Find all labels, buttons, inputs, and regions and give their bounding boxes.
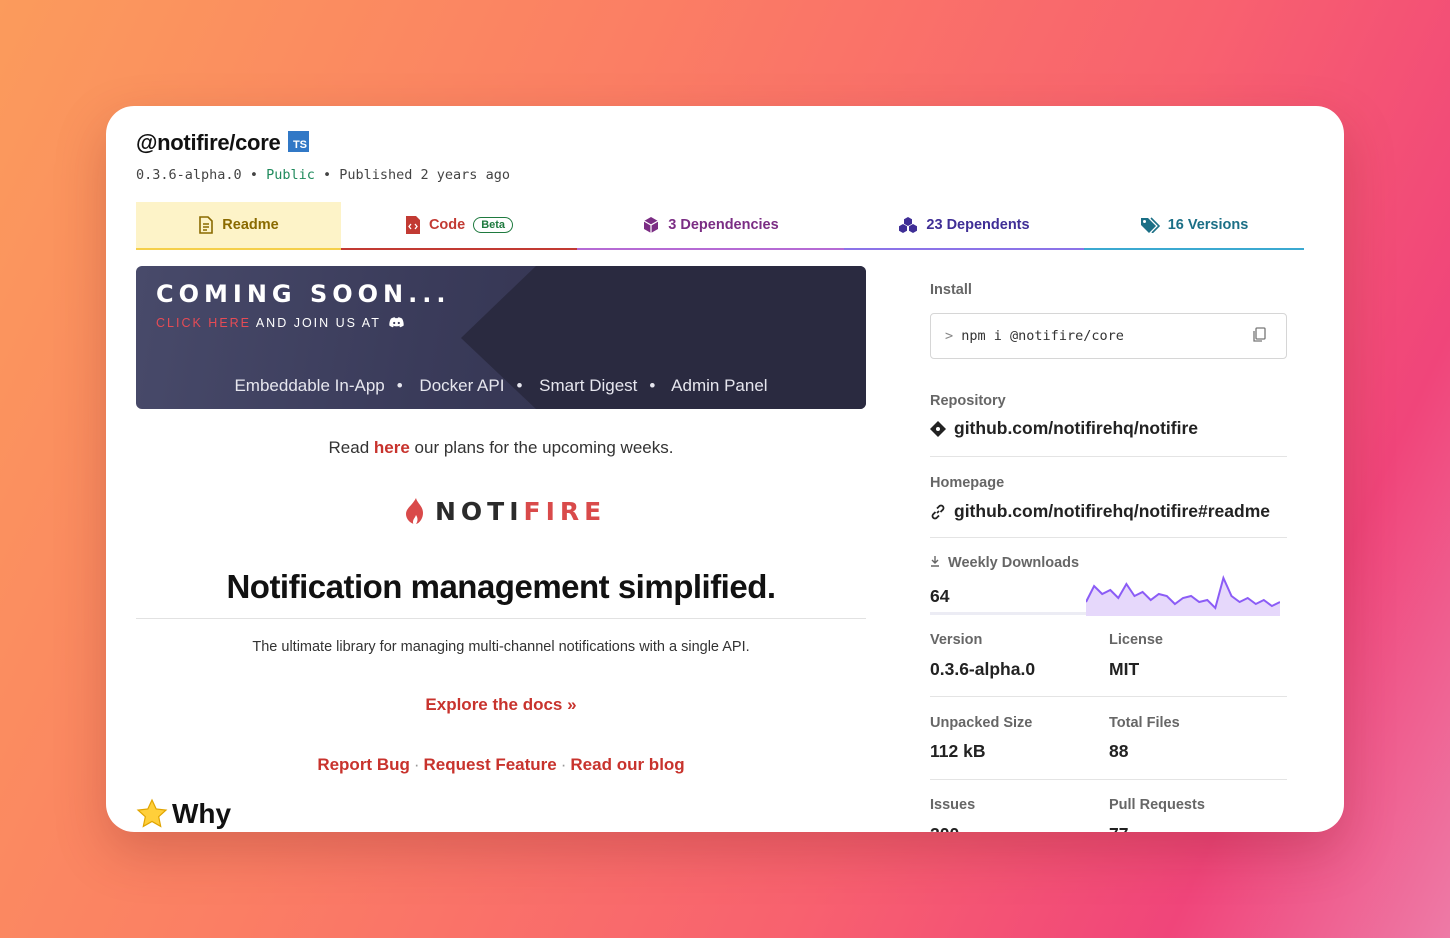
banner-join: CLICK HERE AND JOIN US AT <box>156 316 404 330</box>
package-meta: 0.3.6-alpha.0 • Public • Published 2 yea… <box>136 167 510 183</box>
tab-versions[interactable]: 16 Versions <box>1084 202 1304 250</box>
unpacked-size-label: Unpacked Size <box>930 715 1033 731</box>
tab-readme-label: Readme <box>222 217 279 233</box>
tab-code[interactable]: Code Beta <box>341 202 577 250</box>
feature-item: Admin Panel <box>671 376 768 395</box>
install-command: npm i @notifire/core <box>961 328 1124 344</box>
license-value: MIT <box>1109 659 1140 679</box>
total-files-value: 88 <box>1109 741 1129 761</box>
link-icon <box>931 504 945 519</box>
install-label: Install <box>930 282 972 298</box>
package-tabs: Readme Code Beta 3 Dependencies 23 Depen… <box>136 202 1304 250</box>
banner-title: COMING SOON... <box>156 280 451 308</box>
homepage-label: Homepage <box>930 475 1005 491</box>
banner-features: Embeddable In-App • Docker API • Smart Dig… <box>234 376 768 395</box>
tab-readme[interactable]: Readme <box>136 202 341 250</box>
typescript-badge-icon: TS <box>288 131 309 152</box>
issues-label: Issues <box>930 797 976 813</box>
issues-value[interactable]: 200 <box>930 824 959 832</box>
homepage-link[interactable]: github.com/notifirehq/notifire#readme <box>930 501 1270 522</box>
version-label: Version <box>930 632 983 648</box>
unpacked-size-value: 112 kB <box>930 741 986 761</box>
weekly-downloads-label: Weekly Downloads <box>930 555 1079 571</box>
request-feature-link[interactable]: Request Feature <box>424 755 557 774</box>
download-icon <box>931 556 939 567</box>
pull-requests-label: Pull Requests <box>1109 797 1205 813</box>
downloads-sparkline <box>1086 575 1280 616</box>
notifire-logo: NOTIFIRE <box>403 496 606 526</box>
tab-dependents[interactable]: 23 Dependents <box>844 202 1084 250</box>
visibility-label: Public <box>266 167 315 183</box>
git-icon <box>930 420 946 437</box>
total-files-label: Total Files <box>1109 715 1180 731</box>
cube-icon <box>643 217 659 233</box>
feature-item: Docker API <box>419 376 505 395</box>
tab-versions-label: 16 Versions <box>1167 217 1249 233</box>
version-value: 0.3.6-alpha.0 <box>930 659 1036 679</box>
tab-dependents-label: 23 Dependents <box>926 217 1030 233</box>
repository-label: Repository <box>930 393 1006 409</box>
explore-docs-link[interactable]: Explore the docs » <box>136 695 866 715</box>
star-icon <box>136 798 168 828</box>
published-date: Published 2 years ago <box>339 167 510 183</box>
beta-badge: Beta <box>473 217 514 233</box>
license-label: License <box>1109 632 1163 648</box>
feature-item: Embeddable In-App <box>234 376 385 395</box>
readme-headline: Notification management simplified. <box>226 568 776 605</box>
tags-icon <box>1140 217 1160 233</box>
copy-icon[interactable] <box>1252 327 1266 343</box>
install-command-box[interactable]: > npm i @notifire/core <box>930 313 1287 359</box>
flame-icon <box>406 498 423 524</box>
coming-soon-banner[interactable]: COMING SOON... CLICK HERE AND JOIN US AT… <box>136 266 866 409</box>
read-blog-link[interactable]: Read our blog <box>570 755 684 774</box>
package-card: @notifire/core TS 0.3.6-alpha.0 • Public… <box>106 106 1344 832</box>
discord-icon <box>389 317 404 328</box>
banner-click-here[interactable]: CLICK HERE <box>156 316 251 330</box>
code-file-icon <box>405 216 420 234</box>
why-heading: Why <box>136 798 231 830</box>
readme-subtitle: The ultimate library for managing multi-… <box>252 639 750 655</box>
tab-dependencies[interactable]: 3 Dependencies <box>577 202 844 250</box>
weekly-downloads-count: 64 <box>930 586 950 606</box>
readme-links: Report Bug · Request Feature · Read our blog <box>317 755 685 774</box>
repository-link[interactable]: github.com/notifirehq/notifire <box>930 418 1198 439</box>
plans-link[interactable]: here <box>374 438 410 457</box>
tab-code-label: Code <box>428 217 466 233</box>
pull-requests-value[interactable]: 77 <box>1109 824 1128 832</box>
cubes-icon <box>899 217 918 233</box>
file-icon <box>199 216 214 234</box>
divider <box>136 618 866 619</box>
report-bug-link[interactable]: Report Bug <box>317 755 410 774</box>
tab-dependencies-label: 3 Dependencies <box>668 217 779 233</box>
feature-item: Smart Digest <box>539 376 638 395</box>
package-version: 0.3.6-alpha.0 <box>136 167 242 183</box>
package-name: @notifire/core <box>136 130 281 155</box>
plans-note: Read here our plans for the upcoming wee… <box>328 438 674 457</box>
